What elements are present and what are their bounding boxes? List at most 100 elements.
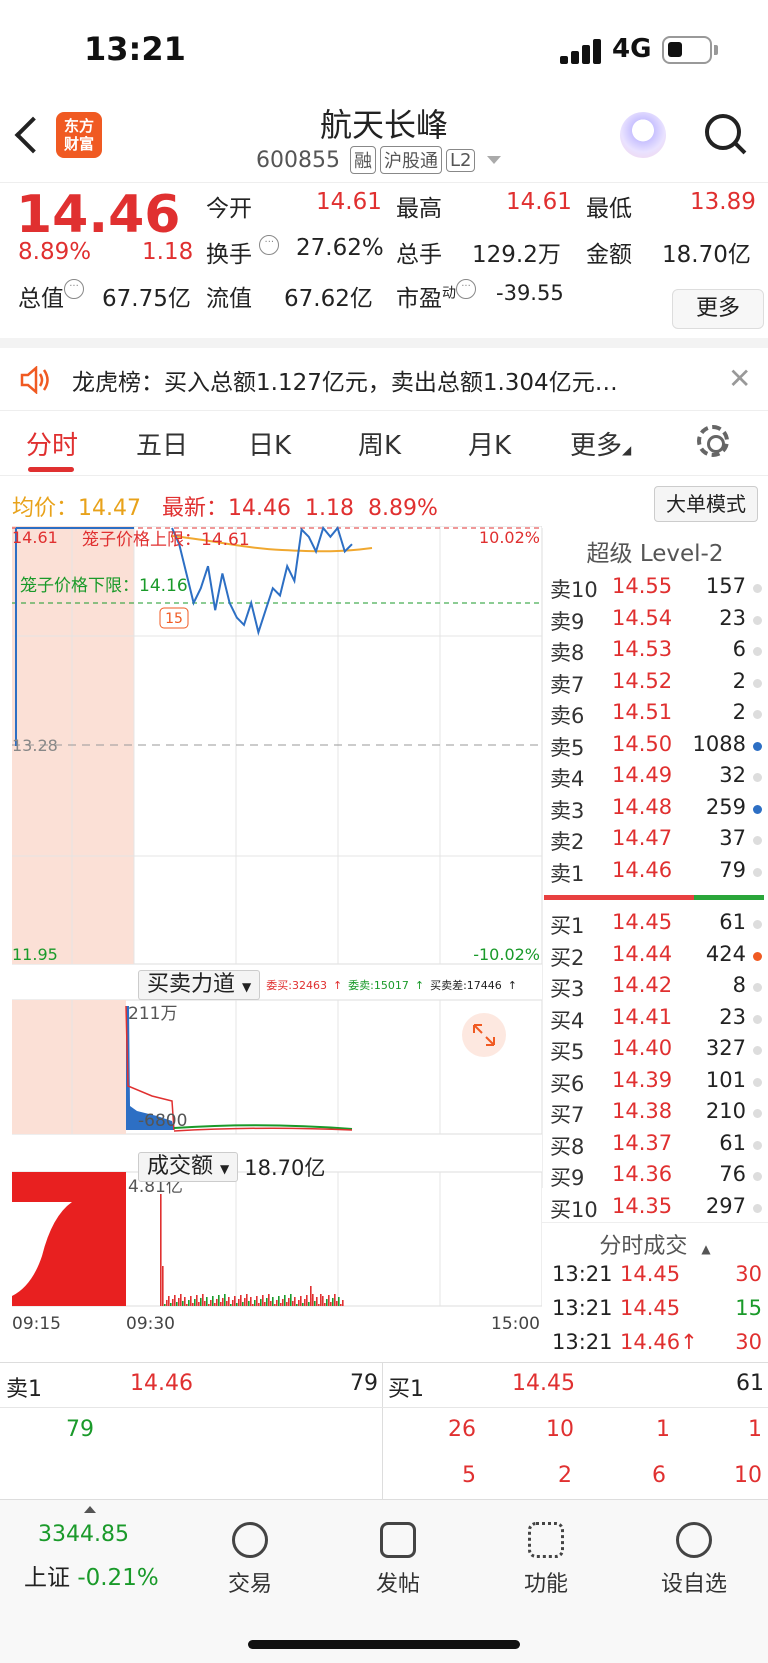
amount-bar [172, 1299, 174, 1306]
tab-functions[interactable]: 功能 [486, 1522, 606, 1598]
order-dot-icon [753, 983, 762, 992]
tab-intraday[interactable]: 分时 [26, 425, 78, 462]
amount-label: 金额 [586, 242, 632, 268]
amount-bar [206, 1297, 208, 1306]
sell-row[interactable]: 卖5 14.50 1088 [550, 732, 762, 762]
change-abs: 1.18 [142, 239, 194, 265]
amount-bar [290, 1294, 292, 1306]
sell-row[interactable]: 卖8 14.53 6 [550, 637, 762, 667]
sell-row[interactable]: 卖3 14.48 259 [550, 795, 762, 825]
buy-row[interactable]: 买10 14.35 297 [550, 1194, 762, 1224]
tab-post[interactable]: 发帖 [338, 1522, 458, 1598]
low-value: 13.89 [690, 189, 756, 215]
high-label: 最高 [396, 196, 442, 222]
queue-buy-order: 1 [748, 1417, 762, 1442]
buy-row[interactable]: 买4 14.41 23 [550, 1005, 762, 1035]
status-time: 13:21 [84, 30, 186, 68]
sell-row[interactable]: 卖2 14.47 37 [550, 826, 762, 856]
y-axis-bottom-pct: -10.02% [473, 945, 540, 964]
buy-row[interactable]: 买7 14.38 210 [550, 1099, 762, 1129]
sell-row[interactable]: 卖7 14.52 2 [550, 669, 762, 699]
tab-weekly-k[interactable]: 周K [358, 425, 401, 462]
indicator2-bar: 成交额 ▼ 18.70亿 [138, 1152, 325, 1182]
amount-bar [330, 1302, 332, 1306]
indicator2-select[interactable]: 成交额 ▼ [138, 1152, 239, 1182]
intraday-chart[interactable]: 14.61 13.28 11.95 10.02% -10.02% 笼子价格上限：… [12, 526, 542, 1352]
order-dot-icon [753, 804, 762, 814]
volume-label: 总手 [396, 242, 442, 268]
gear-icon[interactable] [697, 425, 729, 457]
amount-bar [168, 1296, 170, 1306]
buy-level-volume: 61 [719, 910, 746, 934]
more-button[interactable]: 更多 [672, 289, 764, 329]
notice-text: 龙虎榜：买入总额1.127亿元，卖出总额1.304亿元… [72, 370, 618, 396]
tab-monthly-k[interactable]: 月K [468, 425, 511, 462]
tick-volume: 15 [735, 1296, 762, 1320]
tab-trade-label: 交易 [227, 1572, 272, 1597]
float-value: 67.62亿 [284, 286, 373, 312]
tab-more[interactable]: 更多◢ [570, 425, 631, 462]
stock-code-line[interactable]: 600855 融 沪股通 L2 [256, 146, 502, 174]
buy-row[interactable]: 买9 14.36 76 [550, 1162, 762, 1192]
close-icon[interactable]: ✕ [728, 362, 751, 395]
expand-icon[interactable] [462, 1013, 506, 1057]
battery-tip [714, 45, 718, 55]
notice-bar[interactable]: 龙虎榜：买入总额1.127亿元，卖出总额1.304亿元… ✕ [0, 348, 768, 410]
buy-row[interactable]: 买5 14.40 327 [550, 1036, 762, 1066]
buy-row[interactable]: 买3 14.42 8 [550, 973, 762, 1003]
index-line[interactable]: 上证 -0.21% [24, 1558, 159, 1592]
buy-level-price: 14.41 [612, 1004, 673, 1029]
x-tick-close: 15:00 [491, 1314, 540, 1334]
tab-daily-k[interactable]: 日K [248, 425, 291, 462]
amount-bar [178, 1298, 180, 1306]
tab-add-watchlist[interactable]: 设自选 [634, 1522, 754, 1598]
amount-bar [186, 1304, 188, 1306]
assistant-robot-icon[interactable] [620, 112, 666, 158]
sell-row[interactable]: 卖1 14.46 79 [550, 858, 762, 888]
buy-level-volume: 8 [732, 973, 746, 997]
amount-bar [302, 1303, 304, 1306]
buy-level-price: 14.42 [612, 973, 673, 997]
avg-label: 均价： [12, 496, 79, 521]
low-label: 最低 [586, 196, 632, 222]
info-icon[interactable]: ··· [456, 279, 476, 299]
open-value: 14.61 [316, 189, 382, 215]
indicator1-min: -6800 [138, 1111, 187, 1131]
sell-level-volume: 2 [732, 668, 746, 693]
sell-row[interactable]: 卖6 14.51 2 [550, 700, 762, 730]
cage-lower-label: 笼子价格下限：14.16 [20, 576, 188, 596]
sell-row[interactable]: 卖10 14.55 157 [550, 574, 762, 604]
divider [0, 1407, 768, 1408]
amount-bar [184, 1297, 186, 1306]
amount-bar [300, 1296, 302, 1306]
ticks-title[interactable]: 分时成交 ▲ [542, 1228, 768, 1260]
amount-bar [336, 1301, 338, 1306]
queue-sell-price: 14.46 [130, 1371, 193, 1396]
amount-bar [270, 1301, 272, 1306]
tab-five-day[interactable]: 五日 [136, 425, 188, 462]
big-order-mode-button[interactable]: 大单模式 [654, 486, 758, 522]
info-icon[interactable]: ··· [259, 235, 280, 255]
index-value[interactable]: 3344.85 [38, 1522, 129, 1547]
amount-bar [274, 1304, 276, 1306]
queue-sell-vol: 79 [350, 1371, 378, 1396]
buy-row[interactable]: 买8 14.37 61 [550, 1131, 762, 1161]
info-icon[interactable]: ··· [64, 279, 84, 299]
queue-buy-order: 5 [462, 1463, 476, 1488]
tab-trade[interactable]: 交易 [190, 1522, 310, 1598]
amount-bar [198, 1302, 200, 1306]
buy-row[interactable]: 买2 14.44 424 [550, 942, 762, 972]
sell-row[interactable]: 卖9 14.54 23 [550, 606, 762, 636]
indicator1-select[interactable]: 买卖力道 ▼ [138, 970, 261, 1000]
ticks-title-text: 分时成交 [599, 1234, 688, 1259]
buy-level-price: 14.35 [612, 1193, 673, 1218]
sell-row[interactable]: 卖4 14.49 32 [550, 763, 762, 793]
buy-level-label: 买4 [550, 1008, 585, 1033]
app-logo[interactable]: 东方 财富 [56, 112, 102, 158]
buy-row[interactable]: 买6 14.39 101 [550, 1068, 762, 1098]
amount-bar [262, 1295, 264, 1306]
buy-row[interactable]: 买1 14.45 61 [550, 910, 762, 940]
queue-buy-order: 10 [546, 1417, 574, 1442]
buy-level-volume: 61 [719, 1130, 746, 1155]
sell-level-volume: 1088 [692, 731, 746, 756]
